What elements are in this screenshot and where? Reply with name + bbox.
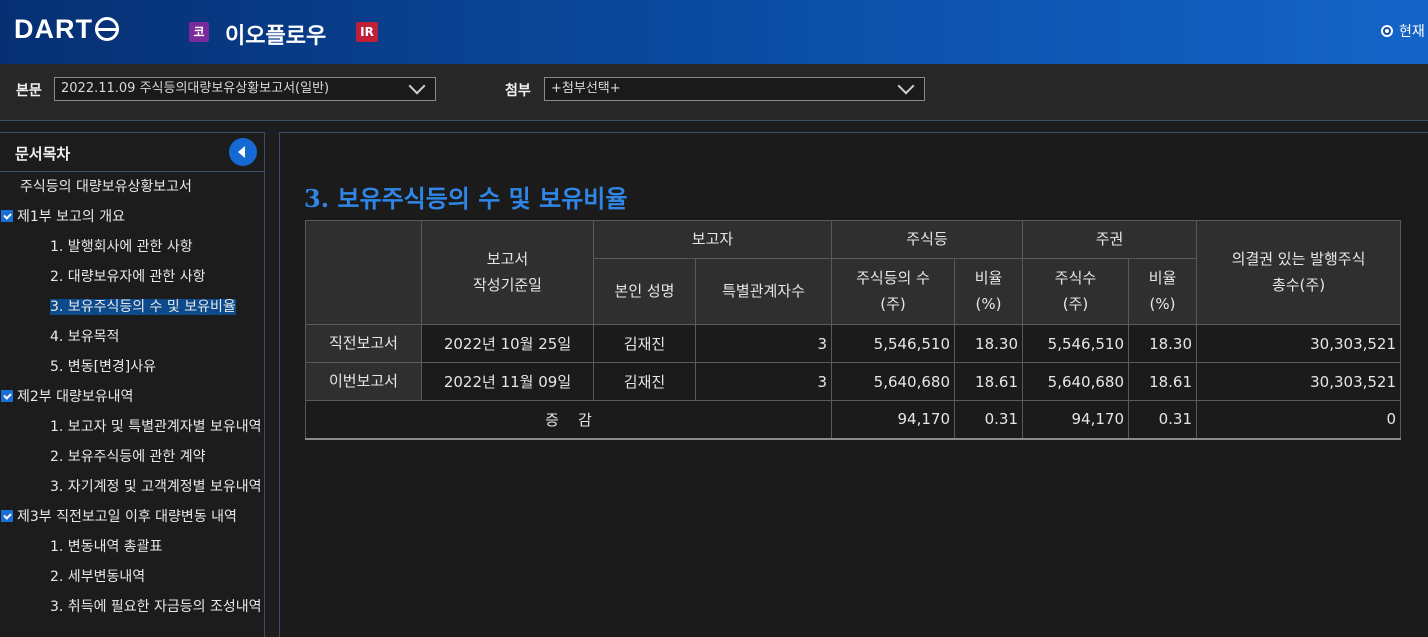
toc-item-label: 1. 변동내역 총괄표: [50, 539, 163, 555]
toc-item[interactable]: 1. 보고자 및 특별관계자별 보유내역: [0, 412, 264, 442]
header-empty: [305, 220, 422, 325]
toc-item-label: 5. 변동[변경]사유: [50, 359, 157, 375]
toc-item-label: 제1부 보고의 개요: [17, 209, 125, 225]
current-radio[interactable]: 현재: [1381, 21, 1425, 41]
chevron-down-icon: [408, 77, 426, 95]
attach-label: 첨부: [505, 83, 531, 99]
header-share-count: 주식등의 수 (주): [831, 258, 955, 325]
document-content: 3. 보유주식등의 수 및 보유비율 보고서 작성기준일 보고자 주식등 주권 …: [279, 132, 1428, 637]
company-name[interactable]: 이오플로우: [225, 18, 326, 50]
toc-item-label: 3. 보유주식등의 수 및 보유비율: [50, 299, 236, 315]
collapse-sidebar-icon[interactable]: [229, 138, 257, 166]
checkbox-checked-icon[interactable]: [1, 510, 13, 522]
header-report-date: 보고서 작성기준일: [421, 220, 594, 325]
toc-item[interactable]: 2. 대량보유자에 관한 사항: [0, 262, 264, 292]
document-select-bar: 본문 2022.11.09 주식등의대량보유상황보고서(일반) 첨부 +첨부선택…: [0, 64, 1428, 121]
chevron-down-icon: [897, 77, 915, 95]
header-stock-count: 주식수 (주): [1022, 258, 1129, 325]
radio-icon[interactable]: [1381, 25, 1393, 37]
header-shares: 주식등: [831, 220, 1023, 259]
toc-item-label: 4. 보유목적: [50, 329, 120, 345]
toc-item-label: 3. 자기계정 및 고객계정별 보유내역: [50, 479, 262, 495]
table-row: 직전보고서 2022년 10월 25일 김재진 3 5,546,510 18.3…: [305, 324, 1402, 363]
toc-item[interactable]: 제1부 보고의 개요: [0, 202, 264, 232]
main-doc-label: 본문: [16, 83, 42, 99]
holdings-table: 보고서 작성기준일 보고자 주식등 주권 의결권 있는 발행주식 총수(주) 본…: [305, 220, 1402, 440]
toc-sidebar: 문서목차 주식등의 대량보유상황보고서제1부 보고의 개요 1. 발행회사에 관한…: [0, 132, 265, 637]
toc-item[interactable]: 주식등의 대량보유상황보고서: [0, 172, 264, 202]
checkbox-checked-icon[interactable]: [1, 390, 13, 402]
table-row: 이번보고서 2022년 11월 09일 김재진 3 5,640,680 18.6…: [305, 362, 1402, 401]
toc-item-label: 3. 취득에 필요한 자금등의 조성내역: [50, 599, 262, 615]
header-name: 본인 성명: [593, 258, 696, 325]
toc-item[interactable]: 1. 변동내역 총괄표: [0, 532, 264, 562]
toc-item-label: 제3부 직전보고일 이후 대량변동 내역: [17, 509, 237, 525]
attach-select[interactable]: +첨부선택+: [544, 77, 925, 101]
header-reporter: 보고자: [593, 220, 832, 259]
globe-icon: [95, 17, 119, 41]
toc-item-label: 2. 세부변동내역: [50, 569, 146, 585]
toc-item[interactable]: 4. 보유목적: [0, 322, 264, 352]
toc-item-label: 2. 보유주식등에 관한 계약: [50, 449, 206, 465]
toc-item[interactable]: 2. 보유주식등에 관한 계약: [0, 442, 264, 472]
header-stock: 주권: [1021, 220, 1198, 259]
toc-item[interactable]: 3. 자기계정 및 고객계정별 보유내역: [0, 472, 264, 502]
top-header: DART 코 이오플로우 IR 현재: [0, 0, 1428, 64]
toc-item-label: 주식등의 대량보유상황보고서: [20, 179, 192, 195]
toc-item[interactable]: 3. 보유주식등의 수 및 보유비율: [0, 292, 264, 322]
toc-item-label: 제2부 대량보유내역: [17, 389, 134, 405]
toc-item-label: 2. 대량보유자에 관한 사항: [50, 269, 206, 285]
header-total-shares: 의결권 있는 발행주식 총수(주): [1196, 220, 1402, 325]
section-title: 3. 보유주식등의 수 및 보유비율: [304, 184, 628, 213]
toc-item[interactable]: 3. 취득에 필요한 자금등의 조성내역: [0, 592, 264, 622]
toc-item[interactable]: 제3부 직전보고일 이후 대량변동 내역: [0, 502, 264, 532]
header-ratio: 비율 (%): [954, 258, 1023, 325]
toc-item[interactable]: 5. 변동[변경]사유: [0, 352, 264, 382]
dart-logo[interactable]: DART: [14, 14, 119, 44]
toc-header: 문서목차: [0, 133, 264, 172]
ir-badge[interactable]: IR: [356, 22, 378, 42]
toc-item[interactable]: 2. 세부변동내역: [0, 562, 264, 592]
checkbox-checked-icon[interactable]: [1, 210, 13, 222]
main-doc-select[interactable]: 2022.11.09 주식등의대량보유상황보고서(일반): [54, 77, 436, 101]
toc-item-label: 1. 발행회사에 관한 사항: [50, 239, 193, 255]
diff-row: 증 감 94,170 0.31 94,170 0.31 0: [305, 400, 1402, 440]
toc-item-label: 1. 보고자 및 특별관계자별 보유내역: [50, 419, 262, 435]
toc-item[interactable]: 1. 발행회사에 관한 사항: [0, 232, 264, 262]
toc-title: 문서목차: [15, 145, 71, 163]
toc-item[interactable]: 제2부 대량보유내역: [0, 382, 264, 412]
header-related: 특별관계자수: [695, 258, 832, 325]
header-stock-ratio: 비율 (%): [1127, 258, 1198, 325]
kosdaq-badge: 코: [189, 22, 209, 42]
